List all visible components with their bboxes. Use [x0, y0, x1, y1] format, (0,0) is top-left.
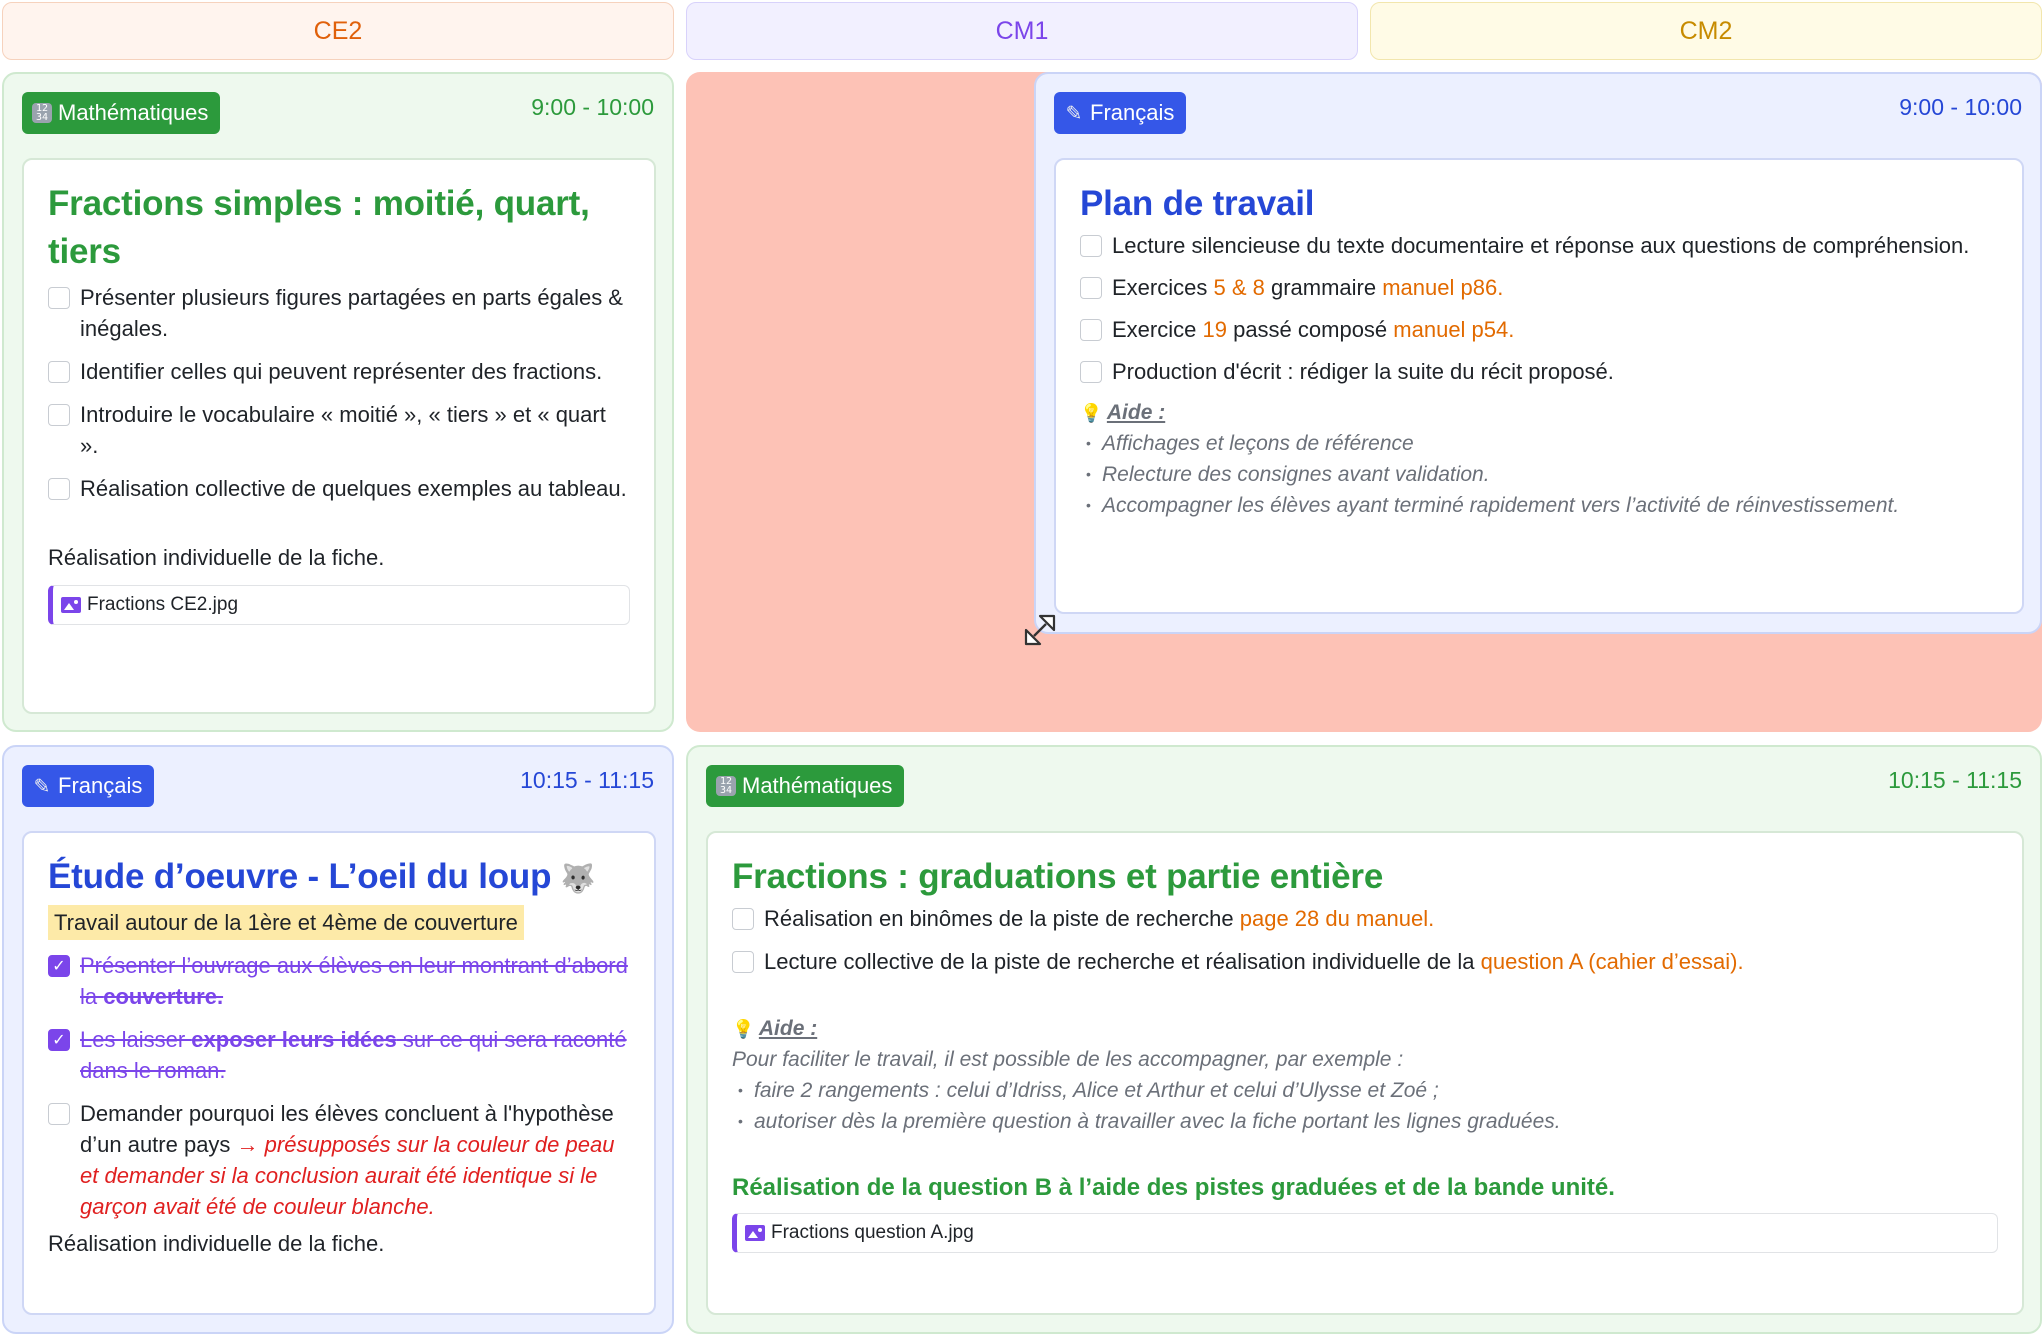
file-attachment[interactable]: Fractions question A.jpg [732, 1213, 1998, 1253]
lesson-conclusion: Réalisation de la question B à l’aide de… [732, 1174, 1615, 1201]
task-text: Identifier celles qui peuvent représente… [80, 359, 603, 384]
lesson-card: Étude d’oeuvre - L’oeil du loup 🐺 Travai… [22, 831, 656, 1315]
aide-intro: Pour faciliter le travail, il est possib… [732, 1048, 1404, 1071]
lesson-note: Réalisation individuelle de la fiche. [48, 1231, 385, 1256]
task-text: Exercices 5 & 8 grammaire manuel p86. [1112, 275, 1504, 300]
pen-icon: ✎ [33, 773, 51, 798]
image-icon [745, 1225, 765, 1241]
column-header-cm2: CM2 [1370, 2, 2042, 60]
aide-section: 💡 Aide : Pour faciliter le travail, il e… [732, 1013, 1998, 1137]
task-checkbox[interactable] [732, 908, 754, 930]
task-item: Exercice 19 passé composé manuel p54. [1080, 314, 1998, 345]
lesson-block-ce2-maths[interactable]: 12 34 Mathématiques 9:00 - 10:00 Fraction… [2, 72, 674, 732]
task-checkbox[interactable] [48, 478, 70, 500]
image-icon [61, 597, 81, 613]
task-text: Production d'écrit : rédiger la suite du… [1112, 359, 1614, 384]
highlighted-text: Travail autour de la 1ère et 4ème de cou… [48, 905, 524, 940]
time-range: 10:15 - 11:15 [520, 767, 654, 793]
task-checkbox[interactable] [1080, 361, 1102, 383]
task-item: ✓ Présenter l’ouvrage aux élèves en leur … [48, 950, 630, 1012]
task-text: Réalisation collective de quelques exemp… [80, 476, 627, 501]
file-name: Fractions question A.jpg [771, 1222, 974, 1243]
task-checkbox[interactable] [1080, 235, 1102, 257]
lightbulb-icon: 💡 [1080, 403, 1103, 423]
aide-item: • autoriser dès la première question à tr… [738, 1110, 1561, 1133]
task-checkbox[interactable] [48, 404, 70, 426]
task-text: Réalisation en binômes de la piste de re… [764, 906, 1435, 931]
aide-item: • Relecture des consignes avant validatio… [1086, 463, 1490, 486]
task-item: Lecture collective de la piste de recher… [732, 946, 1998, 977]
task-text: Les laisser exposer leurs idées sur ce q… [80, 1027, 627, 1083]
lesson-title: Plan de travail [1080, 184, 1315, 223]
subject-tag-label: Mathématiques [58, 100, 209, 125]
column-header-cm1: CM1 [686, 2, 1358, 60]
aide-item: • Affichages et leçons de référence [1086, 432, 1414, 455]
task-item: Introduire le vocabulaire « moitié », « … [48, 399, 630, 461]
aide-title: Aide : [1106, 401, 1166, 424]
task-item: ✓ Les laisser exposer leurs idées sur ce … [48, 1024, 630, 1086]
subject-tag-maths: 12 34 Mathématiques [706, 765, 905, 807]
numbers-icon: 12 34 [32, 103, 52, 123]
task-checkbox[interactable] [1080, 277, 1102, 299]
file-attachment[interactable]: Fractions CE2.jpg [48, 585, 630, 625]
lightbulb-icon: 💡 [732, 1019, 755, 1039]
task-text: Introduire le vocabulaire « moitié », « … [80, 402, 606, 458]
numbers-icon: 12 34 [716, 776, 736, 796]
task-text: Présenter plusieurs figures partagées en… [80, 285, 623, 341]
task-item: Réalisation collective de quelques exemp… [48, 473, 630, 504]
file-name: Fractions CE2.jpg [87, 594, 239, 615]
column-header-ce2: CE2 [2, 2, 674, 60]
aide-section: 💡 Aide : • Affichages et leçons de référe… [1080, 397, 1998, 521]
lesson-card: Fractions : graduations et partie entièr… [706, 831, 2024, 1315]
lesson-title: Fractions : graduations et partie entièr… [732, 857, 1384, 896]
task-checkbox-checked[interactable]: ✓ [48, 1029, 70, 1051]
time-range: 9:00 - 10:00 [1899, 94, 2022, 120]
subject-tag-francais: ✎ Français [22, 765, 155, 807]
task-item: Présenter plusieurs figures partagées en… [48, 282, 630, 344]
wolf-icon: 🐺 [560, 863, 596, 894]
lesson-block-ce2-francais[interactable]: ✎ Français 10:15 - 11:15 Étude d’oeuvre … [2, 745, 674, 1334]
task-item: Demander pourquoi les élèves concluent à… [48, 1098, 630, 1222]
aide-title: Aide : [758, 1017, 818, 1040]
lesson-title: Étude d’oeuvre - L’oeil du loup 🐺 [48, 857, 596, 896]
task-item: Production d'écrit : rédiger la suite du… [1080, 356, 1998, 387]
task-checkbox[interactable] [48, 1103, 70, 1125]
task-text: Demander pourquoi les élèves concluent à… [80, 1101, 615, 1219]
task-text: Lecture silencieuse du texte documentair… [1112, 233, 1970, 258]
aide-item: • Accompagner les élèves ayant terminé ra… [1086, 494, 1900, 517]
subject-tag-label: Français [1090, 100, 1175, 125]
task-text: Présenter l’ouvrage aux élèves en leur m… [80, 953, 628, 1009]
lesson-note: Réalisation individuelle de la fiche. [48, 545, 385, 570]
lesson-block-cm-maths[interactable]: 12 34 Mathématiques 10:15 - 11:15 Fractio… [686, 745, 2042, 1334]
resize-diagonal-icon[interactable] [1022, 612, 1058, 648]
subject-tag-label: Français [58, 773, 143, 798]
aide-item: • faire 2 rangements : celui d’Idriss, Al… [738, 1079, 1439, 1102]
task-checkbox[interactable] [48, 287, 70, 309]
lesson-card: Plan de travail Lecture silencieuse du t… [1054, 158, 2024, 614]
subject-tag-label: Mathématiques [742, 773, 893, 798]
subject-tag-francais: ✎ Français [1054, 92, 1187, 134]
task-item: Lecture silencieuse du texte documentair… [1080, 230, 1998, 261]
task-text: Exercice 19 passé composé manuel p54. [1112, 317, 1515, 342]
pen-icon: ✎ [1065, 100, 1083, 125]
task-item: Exercices 5 & 8 grammaire manuel p86. [1080, 272, 1998, 303]
task-checkbox-checked[interactable]: ✓ [48, 955, 70, 977]
lesson-block-cm1-francais[interactable]: ✎ Français 9:00 - 10:00 Plan de travail … [1034, 72, 2042, 634]
task-item: Identifier celles qui peuvent représente… [48, 356, 630, 387]
task-checkbox[interactable] [48, 361, 70, 383]
time-range: 9:00 - 10:00 [531, 94, 654, 120]
lesson-card: Fractions simples : moitié, quart, tiers… [22, 158, 656, 714]
task-item: Réalisation en binômes de la piste de re… [732, 903, 1998, 934]
time-range: 10:15 - 11:15 [1888, 767, 2022, 793]
task-text: Lecture collective de la piste de recher… [764, 949, 1744, 974]
subject-tag-maths: 12 34 Mathématiques [22, 92, 221, 134]
lesson-title: Fractions simples : moitié, quart, tiers [48, 184, 590, 271]
task-checkbox[interactable] [1080, 319, 1102, 341]
task-checkbox[interactable] [732, 951, 754, 973]
